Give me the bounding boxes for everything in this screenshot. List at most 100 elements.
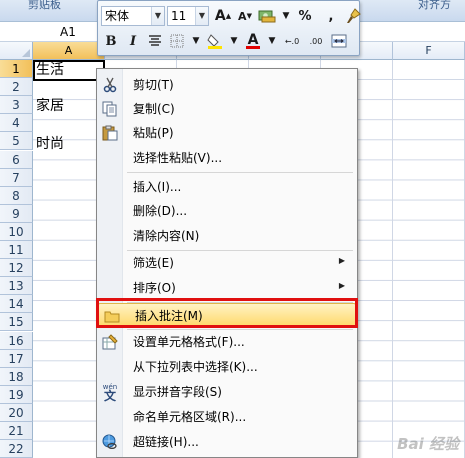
menu-item-label: 插入(I)... <box>133 180 182 194</box>
mini-toolbar: 宋体 ▼ 11 ▼ A ▲ A ▼ ▼ % , B I ▼ ▼ A ▼ ←.0 … <box>97 0 361 56</box>
ribbon-group-alignment: 对齐方 <box>418 0 451 11</box>
submenu-arrow-icon: ▶ <box>338 281 345 290</box>
menu-item-label: 选择性粘贴(V)... <box>133 151 223 165</box>
menu-item-clear-contents[interactable]: 清除内容(N) <box>97 224 357 248</box>
menu-item-label: 筛选(E) <box>133 256 174 270</box>
font-color-button[interactable]: A <box>243 31 263 51</box>
center-align-button[interactable] <box>145 31 165 51</box>
row-header-10[interactable]: 10 <box>0 222 33 241</box>
menu-item-pick-from-list[interactable]: 从下拉列表中选择(K)... <box>97 355 357 379</box>
menu-separator <box>127 172 353 173</box>
menu-item-label: 命名单元格区域(R)... <box>133 410 247 424</box>
menu-item-cut[interactable]: 剪切(T) <box>97 73 357 97</box>
row-header-15[interactable]: 15 <box>0 313 33 332</box>
font-name-value: 宋体 <box>105 9 130 23</box>
cell-a3[interactable]: 家居 <box>36 96 64 116</box>
row-header-2[interactable]: 2 <box>0 78 33 97</box>
font-size-value: 11 <box>171 9 187 23</box>
dropdown-arrow-icon[interactable]: ▼ <box>151 7 164 25</box>
row-header-9[interactable]: 9 <box>0 204 33 223</box>
dropdown-arrow-icon[interactable]: ▼ <box>195 7 208 25</box>
font-color-icon: A <box>247 31 259 48</box>
fill-color-button[interactable] <box>205 31 225 51</box>
comma-style-button[interactable]: , <box>321 6 341 26</box>
mini-toolbar-row-2: B I ▼ ▼ A ▼ ←.0 .00 <box>101 29 351 53</box>
row-header-5[interactable]: 5 <box>0 132 33 151</box>
column-header-a[interactable]: A <box>33 42 105 60</box>
row-header-6[interactable]: 6 <box>0 150 33 169</box>
row-header-3[interactable]: 3 <box>0 96 33 115</box>
mini-toolbar-row-1: 宋体 ▼ 11 ▼ A ▲ A ▼ ▼ % , <box>101 4 365 28</box>
row-header-18[interactable]: 18 <box>0 367 33 386</box>
menu-item-copy[interactable]: 复制(C) <box>97 97 357 121</box>
percent-style-button[interactable]: % <box>295 6 315 26</box>
active-cell-outline <box>33 60 105 81</box>
menu-item-filter[interactable]: 筛选(E) ▶ <box>97 251 357 275</box>
row-header-8[interactable]: 8 <box>0 186 33 205</box>
merge-cells-icon <box>331 34 347 48</box>
menu-item-hyperlink[interactable]: 超链接(H)... <box>97 430 357 454</box>
row-header-11[interactable]: 11 <box>0 241 33 260</box>
increase-decimal-button[interactable]: ←.0 <box>281 31 303 51</box>
name-box[interactable]: A1 <box>0 23 96 41</box>
shrink-font-button[interactable]: A ▼ <box>235 6 255 26</box>
pinyin-icon-glyph: 文 <box>103 388 116 403</box>
hyperlink-icon <box>101 433 119 451</box>
cell-a5[interactable]: 时尚 <box>36 134 64 154</box>
merge-center-button[interactable] <box>329 31 349 51</box>
watermark: Bai 经验 <box>397 435 459 453</box>
select-all-corner[interactable] <box>0 42 33 60</box>
fill-color-icon <box>207 34 222 49</box>
decrease-decimal-button[interactable]: .00 <box>305 31 327 51</box>
row-header-1[interactable]: 1 <box>0 60 33 79</box>
pinyin-icon: wén 文 <box>101 383 119 403</box>
borders-button[interactable] <box>167 31 187 51</box>
menu-item-insert[interactable]: 插入(I)... <box>97 175 357 199</box>
row-header-12[interactable]: 12 <box>0 259 33 278</box>
menu-item-label: 超链接(H)... <box>133 435 199 449</box>
italic-button[interactable]: I <box>123 31 143 51</box>
row-header-20[interactable]: 20 <box>0 403 33 422</box>
row-header-7[interactable]: 7 <box>0 168 33 187</box>
font-name-combo[interactable]: 宋体 ▼ <box>101 6 165 26</box>
format-painter-button[interactable] <box>343 6 363 26</box>
row-header-22[interactable]: 22 <box>0 440 33 458</box>
money-icon <box>258 10 276 23</box>
menu-item-define-name[interactable]: 命名单元格区域(R)... <box>97 405 357 429</box>
menu-item-paste-special[interactable]: 选择性粘贴(V)... <box>97 146 357 170</box>
menu-item-paste[interactable]: 粘贴(P) <box>97 121 357 145</box>
menu-item-sort[interactable]: 排序(O) ▶ <box>97 276 357 300</box>
ribbon-group-clipboard: 剪贴板 <box>28 0 61 11</box>
dropdown-arrow-icon[interactable]: ▼ <box>227 31 241 51</box>
menu-item-show-pinyin[interactable]: wén 文 显示拼音字段(S) <box>97 380 357 404</box>
bold-button[interactable]: B <box>101 31 121 51</box>
menu-item-format-cells[interactable]: 设置单元格格式(F)... <box>97 330 357 354</box>
format-cells-icon <box>101 333 119 351</box>
menu-item-label: 删除(D)... <box>133 204 188 218</box>
menu-item-label: 复制(C) <box>133 102 175 116</box>
row-header-14[interactable]: 14 <box>0 295 33 314</box>
borders-icon <box>170 34 184 48</box>
dropdown-arrow-icon[interactable]: ▼ <box>189 31 203 51</box>
row-header-16[interactable]: 16 <box>0 331 33 350</box>
menu-item-delete[interactable]: 删除(D)... <box>97 199 357 223</box>
menu-item-label: 粘贴(P) <box>133 126 174 140</box>
menu-item-label: 从下拉列表中选择(K)... <box>133 360 258 374</box>
row-header-21[interactable]: 21 <box>0 422 33 441</box>
paintbrush-icon <box>347 8 361 23</box>
menu-item-label: 剪切(T) <box>133 78 174 92</box>
row-header-19[interactable]: 19 <box>0 385 33 404</box>
paste-icon <box>101 124 119 142</box>
column-header-f[interactable]: F <box>393 42 465 60</box>
font-size-combo[interactable]: 11 ▼ <box>167 6 209 26</box>
row-header-4[interactable]: 4 <box>0 114 33 133</box>
row-header-17[interactable]: 17 <box>0 349 33 368</box>
copy-icon <box>101 100 119 118</box>
menu-item-label: 清除内容(N) <box>133 229 200 243</box>
dropdown-arrow-icon[interactable]: ▼ <box>279 6 293 26</box>
grow-font-button[interactable]: A ▲ <box>213 6 233 26</box>
row-header-13[interactable]: 13 <box>0 277 33 296</box>
dropdown-arrow-icon[interactable]: ▼ <box>265 31 279 51</box>
scissors-icon <box>101 76 119 94</box>
number-format-button[interactable] <box>257 6 277 26</box>
